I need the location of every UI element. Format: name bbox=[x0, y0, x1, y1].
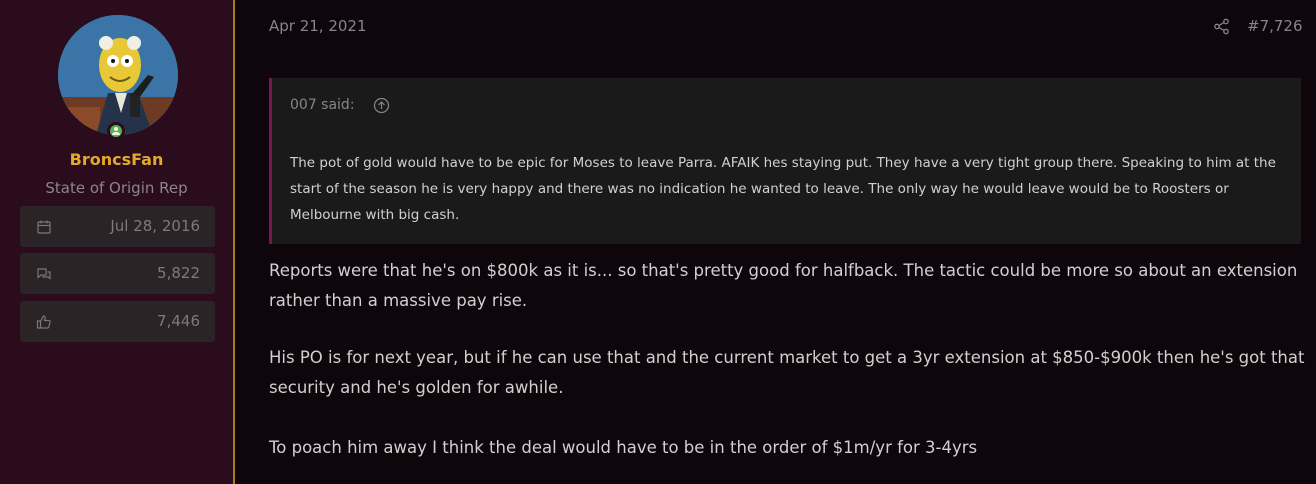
messages-stat[interactable]: 5,822 bbox=[20, 253, 215, 294]
post-number-link[interactable]: #7,726 bbox=[1247, 17, 1303, 35]
user-title: State of Origin Rep bbox=[45, 179, 188, 197]
message-paragraph: To poach him away I think the deal would… bbox=[269, 438, 978, 457]
message-paragraph: Reports were that he's on $800k as it is… bbox=[269, 261, 1298, 310]
quote-author[interactable]: 007 said: bbox=[290, 97, 355, 113]
joined-date-value: Jul 28, 2016 bbox=[110, 217, 200, 235]
arrow-up-circle-icon[interactable] bbox=[373, 97, 390, 114]
quote-block: 007 said: The pot of gold would have to … bbox=[269, 78, 1301, 244]
messages-value: 5,822 bbox=[157, 264, 200, 282]
share-icon[interactable] bbox=[1213, 18, 1230, 35]
sidebar-divider bbox=[233, 0, 235, 484]
messages-icon bbox=[36, 266, 52, 282]
online-status-icon bbox=[107, 122, 125, 140]
post-date[interactable]: Apr 21, 2021 bbox=[269, 17, 367, 35]
avatar[interactable] bbox=[58, 15, 178, 135]
quote-text: The pot of gold would have to be epic fo… bbox=[290, 155, 1276, 223]
reactions-value: 7,446 bbox=[157, 312, 200, 330]
username[interactable]: BroncsFan bbox=[0, 150, 233, 169]
message-paragraph: His PO is for next year, but if he can u… bbox=[269, 348, 1305, 397]
joined-date-stat: Jul 28, 2016 bbox=[20, 206, 215, 247]
reactions-stat[interactable]: 7,446 bbox=[20, 301, 215, 342]
thumbs-up-icon bbox=[36, 314, 52, 330]
calendar-icon bbox=[36, 219, 52, 235]
